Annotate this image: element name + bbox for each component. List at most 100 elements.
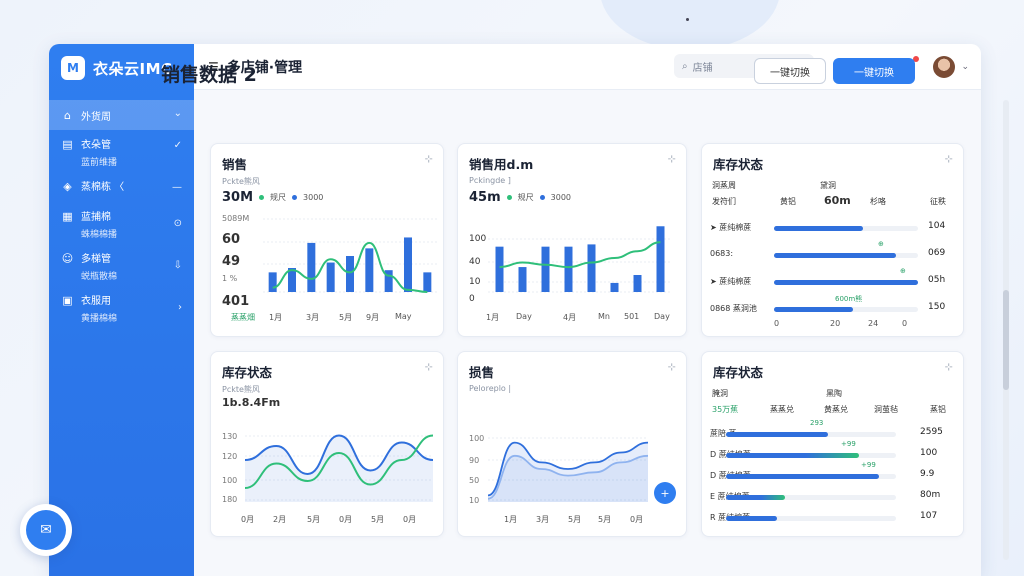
bar [610, 282, 619, 292]
x-label: 24 [868, 319, 879, 328]
page-title: 销售数据 2 [161, 64, 257, 86]
row-label: ➤ 蔗纯棉蔗 [710, 223, 752, 232]
folder-icon: ▣ [62, 294, 73, 307]
row-note: ⊕ [878, 240, 884, 248]
chevron-down-icon[interactable]: ⌄ [961, 62, 969, 72]
x-label: 0 [774, 319, 780, 328]
row-label: ➤ 蔗纯棉蔗 [710, 277, 752, 286]
series-line [499, 241, 661, 269]
scrollbar-thumb[interactable] [1003, 290, 1009, 390]
inventory-trend-card: 库存状态 ⊹ Pckte熊风 1b.8.4Fm 130 120 100 180 … [210, 351, 444, 537]
row-label: 0683: [710, 249, 734, 258]
sidebar-item-4[interactable]: ▦ 蓝捕棉 蛛棉棉播 ⊙ [49, 208, 194, 250]
card-title: 库存状态 [713, 365, 764, 380]
bar [326, 262, 335, 292]
avatar[interactable] [933, 56, 956, 78]
row-label: 0868 蒸洞池 [710, 304, 757, 313]
switch-button-primary[interactable]: 一键切换 [833, 58, 915, 84]
bar-fill [726, 495, 785, 500]
bar [518, 267, 527, 292]
row-value: 150 [928, 302, 946, 312]
doc-icon: ▦ [62, 210, 73, 223]
x-label: 9月 [366, 313, 380, 322]
sidebar-item-sublabel: 黄播棉棉 [81, 314, 118, 324]
bar-fill [774, 253, 896, 258]
bar-fill [774, 226, 863, 231]
bar [564, 246, 573, 292]
column-header: 黑陶 [826, 389, 842, 398]
header-cell: 发符们 [712, 197, 736, 206]
x-label: 0月 [630, 515, 644, 524]
sidebar-item-6[interactable]: ▣ 衣服用 黄播棉棉 › [49, 292, 194, 334]
bar-fill [774, 280, 918, 285]
column-header: 洞蒸周 [712, 181, 736, 190]
sidebar-item-label: 多梯管 [81, 254, 111, 265]
bar-fill [726, 432, 828, 437]
sidebar-item-2[interactable]: ▤ 衣朵管 蓝前维播 ✓ [49, 136, 194, 178]
sidebar-item-sublabel: 蜕瓶散棉 [81, 272, 118, 282]
sidebar-item-label: 衣服用 [81, 296, 111, 307]
search-input[interactable]: 店铺 [693, 59, 713, 74]
sidebar-item-1[interactable]: ⌂ 外货周 ⌄ [49, 100, 194, 130]
sales-chart [263, 218, 437, 293]
row-value: 104 [928, 221, 946, 231]
sidebar-item-label: 蓝捕棉 [81, 212, 111, 223]
row-value: 100 [920, 448, 938, 458]
header-cell: 60m [824, 194, 851, 207]
inventory-card-1: 库存状态 ⊹ 洞蒸周 黛洞 发符们 黄铝 60m 杉咯 征秩 ➤ 蔗纯棉蔗 104… [701, 143, 964, 337]
x-label: 5月 [598, 515, 612, 524]
row-note: 293 [810, 419, 824, 427]
more-icon[interactable]: ⊹ [945, 362, 953, 373]
download-icon: ⇩ [173, 260, 182, 271]
bar [268, 272, 277, 292]
sidebar-item-5[interactable]: ☺ 多梯管 蜕瓶散棉 ⇩ [49, 250, 194, 292]
logo[interactable]: M 衣朵云IMC [61, 56, 173, 80]
sidebar-item-3[interactable]: ◈ 蒸棉栋 〈 — [49, 178, 194, 208]
x-label: 20 [830, 319, 841, 328]
row-value: 107 [920, 511, 938, 521]
loss-sales-card: 损售 ⊹ Peloreplo | 100 90 50 10 1月 3月 5月 5… [457, 351, 687, 537]
header-cell: 蒸蒸兑 [770, 405, 794, 414]
bar-fill [726, 516, 777, 521]
chat-icon: ✉ [26, 510, 66, 550]
row-value: 2595 [920, 427, 943, 437]
x-label: 4月 [563, 313, 577, 322]
header-cell: 洞茧毡 [874, 405, 898, 414]
header-cell: 35万蕉 [712, 405, 739, 414]
add-icon[interactable]: + [654, 482, 676, 504]
background-blob [600, 0, 780, 50]
sidebar: M 衣朵云IMC ⌂ 外货周 ⌄ ▤ 衣朵管 蓝前维播 ✓ ◈ 蒸棉栋 〈 — [49, 44, 194, 576]
row-note: 600m熊 [835, 295, 863, 303]
switch-button-secondary[interactable]: 一键切换 [754, 58, 826, 84]
header-cell: 杉咯 [870, 197, 886, 206]
inventory-line-chart [244, 434, 434, 502]
x-label: 5月 [371, 515, 385, 524]
x-label: 1月 [269, 313, 283, 322]
more-icon[interactable]: ⊹ [945, 154, 953, 165]
circle-icon: ⊙ [173, 218, 182, 229]
box-icon: ◈ [63, 180, 72, 193]
x-label: 0月 [241, 515, 255, 524]
sales-usage-chart [488, 226, 672, 293]
check-icon: ✓ [173, 140, 182, 151]
x-label: 1月 [486, 313, 500, 322]
row-note: +99 [841, 440, 856, 448]
smile-icon: ☺ [61, 252, 74, 265]
floating-action-button[interactable]: ✉ [20, 504, 72, 556]
logo-mark-icon: M [61, 56, 85, 80]
row-note: ⊕ [900, 267, 906, 275]
chevron-down-icon: ⌄ [173, 108, 182, 119]
header-cell: 征秩 [930, 197, 946, 206]
x-label: 2月 [273, 515, 287, 524]
bar [404, 237, 412, 292]
sidebar-item-label: 衣朵管 [81, 140, 111, 151]
header-cell: 蒸铝 [930, 405, 946, 414]
bar [423, 272, 432, 292]
sales-usage-card: 销售用d.m ⊹ Pckingde ] 45m 规尺 3000 100 40 1… [457, 143, 687, 337]
column-header: 腌洞 [712, 389, 728, 398]
row-note: +99 [861, 461, 876, 469]
bar-fill [726, 474, 879, 479]
row-value: 80m [920, 490, 941, 500]
sidebar-menu: ⌂ 外货周 ⌄ ▤ 衣朵管 蓝前维播 ✓ ◈ 蒸棉栋 〈 — ▦ 蓝捕棉 蛛棉棉… [49, 100, 194, 334]
bar [495, 246, 504, 292]
